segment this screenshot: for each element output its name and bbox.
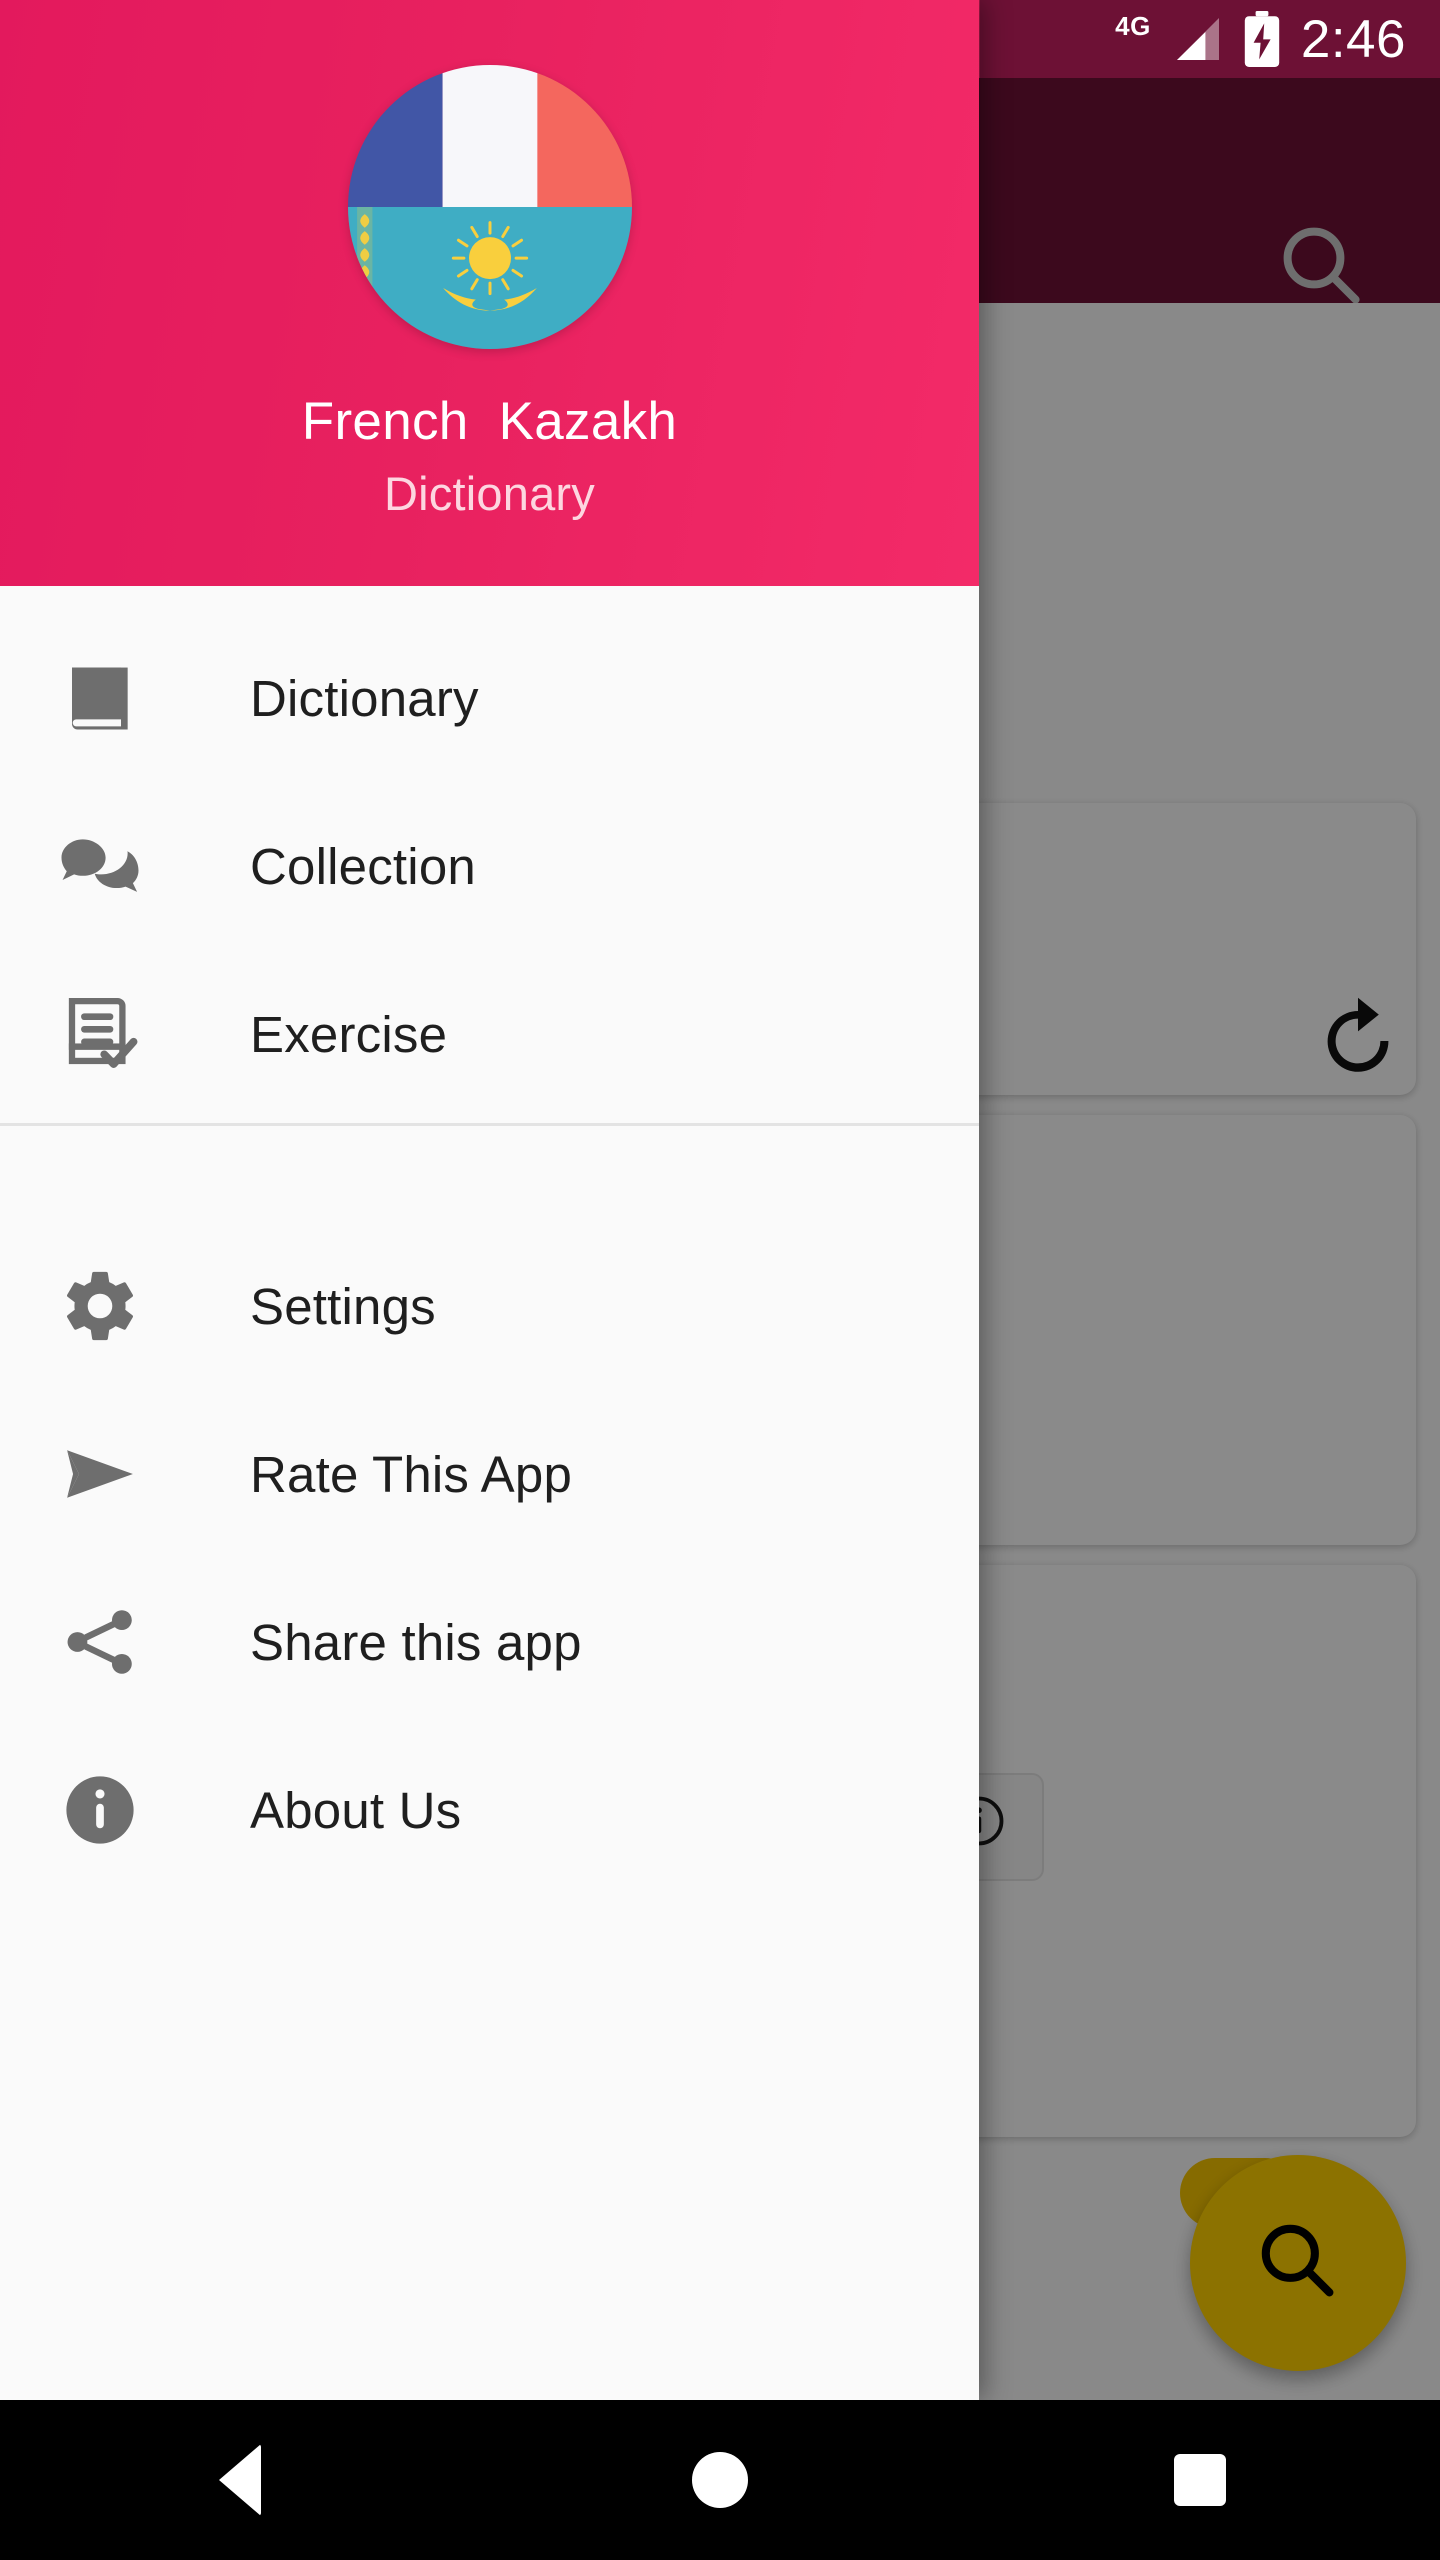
square-recents-icon	[1174, 2454, 1226, 2506]
sidebar-item-label: Rate This App	[250, 1445, 573, 1503]
sidebar-item-label: About Us	[250, 1781, 462, 1839]
drawer-menu-secondary: Settings Rate This App Share this app Ab…	[0, 1126, 979, 1894]
signal-bars-icon	[1171, 16, 1223, 62]
search-icon[interactable]	[1274, 218, 1370, 314]
circle-home-icon	[692, 2452, 748, 2508]
nav-back-button[interactable]	[0, 2400, 480, 2560]
gear-icon	[52, 1258, 148, 1354]
send-icon	[52, 1426, 148, 1522]
french-kazakh-flag-icon	[347, 65, 632, 349]
sidebar-item-label: Share this app	[250, 1613, 582, 1671]
search-icon	[1252, 2215, 1344, 2312]
sidebar-item-label: Settings	[250, 1277, 436, 1335]
drawer-header: French Kazakh Dictionary	[0, 0, 979, 586]
nav-recents-button[interactable]	[960, 2400, 1440, 2560]
chat-bubbles-icon	[52, 818, 148, 914]
drawer-title: French Kazakh	[301, 392, 678, 451]
status-bar-icons: 4G 2:46	[1115, 9, 1406, 70]
sidebar-item-label: Exercise	[250, 1005, 448, 1063]
info-icon	[52, 1762, 148, 1858]
navigation-drawer: French Kazakh Dictionary Dictionary Coll…	[0, 0, 979, 2400]
drawer-menu-primary: Dictionary Collection Exercise	[0, 586, 979, 1118]
nav-home-button[interactable]	[480, 2400, 960, 2560]
sidebar-item-about-us[interactable]: About Us	[0, 1726, 979, 1894]
network-type-label: 4G	[1115, 11, 1151, 41]
clock-time: 2:46	[1300, 9, 1406, 69]
screen: le Google	[0, 0, 1440, 2560]
sidebar-item-label: Collection	[250, 837, 476, 895]
system-navigation-bar	[0, 2400, 1440, 2560]
drawer-subtitle: Dictionary	[384, 467, 595, 520]
battery-charging-icon	[1243, 11, 1281, 67]
sidebar-item-share-this-app[interactable]: Share this app	[0, 1558, 979, 1726]
share-icon	[52, 1594, 148, 1690]
sidebar-item-dictionary[interactable]: Dictionary	[0, 614, 979, 782]
refresh-icon[interactable]	[1310, 993, 1406, 1089]
sidebar-item-label: Dictionary	[250, 669, 479, 727]
book-icon	[52, 650, 148, 746]
sidebar-item-rate-this-app[interactable]: Rate This App	[0, 1390, 979, 1558]
triangle-back-icon	[219, 2444, 261, 2516]
document-check-icon	[52, 986, 148, 1082]
search-fab-button[interactable]	[1190, 2155, 1406, 2371]
sidebar-item-exercise[interactable]: Exercise	[0, 950, 979, 1118]
sidebar-item-settings[interactable]: Settings	[0, 1222, 979, 1390]
sidebar-item-collection[interactable]: Collection	[0, 782, 979, 950]
